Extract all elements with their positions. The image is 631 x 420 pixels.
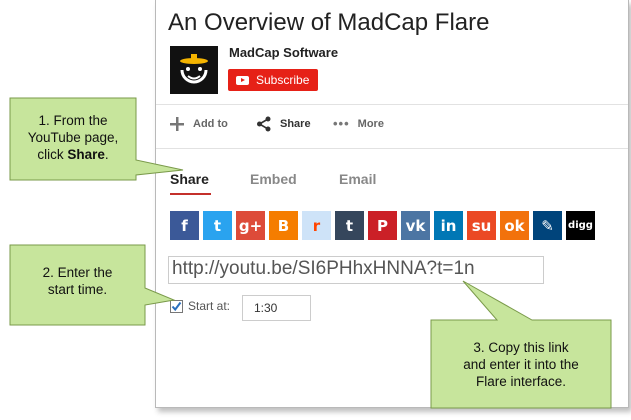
tumblr-icon[interactable]: t — [335, 211, 364, 240]
more-label: More — [357, 117, 384, 130]
google-plus-icon[interactable]: g+ — [236, 211, 265, 240]
twitter-icon[interactable]: t — [203, 211, 232, 240]
add-to-label: Add to — [193, 118, 228, 130]
tab-share[interactable]: Share — [170, 171, 209, 187]
callout-3: 3. Copy this link and enter it into the … — [431, 339, 611, 390]
callout-1-line-2: YouTube page, — [27, 130, 119, 145]
start-at-checkbox[interactable] — [170, 299, 183, 313]
callout-1-line-3: click Share. — [37, 147, 109, 162]
callout-3-line-2: and enter it into the — [463, 357, 579, 372]
start-time-input[interactable]: 1:30 — [242, 295, 311, 321]
active-tab-indicator — [170, 193, 211, 195]
digg-icon[interactable]: digg — [566, 211, 595, 240]
facebook-icon[interactable]: f — [170, 211, 199, 240]
divider — [156, 104, 628, 105]
subscribe-button[interactable]: Subscribe — [228, 69, 318, 91]
madcap-logo-icon — [170, 46, 218, 94]
blogger-icon[interactable]: B — [269, 211, 298, 240]
linkedin-icon[interactable]: in — [434, 211, 463, 240]
tab-email[interactable]: Email — [339, 171, 376, 187]
add-to-button[interactable]: Add to — [169, 116, 228, 132]
callout-1-line-1: 1. From the — [38, 113, 108, 128]
vk-icon[interactable]: vk — [401, 211, 430, 240]
channel-name[interactable]: MadCap Software — [229, 45, 338, 60]
checkmark-icon — [171, 301, 182, 311]
callout-2-line-1: 2. Enter the — [42, 265, 113, 280]
callout-2: 2. Enter the start time. — [10, 264, 145, 298]
video-title: An Overview of MadCap Flare — [168, 9, 490, 36]
callout-3-line-3: Flare interface. — [475, 374, 567, 389]
callout-2-line-2: start time. — [47, 282, 108, 297]
start-at-row: Start at: — [170, 299, 230, 313]
share-icons-row: f t g+ Br t Pvk in su ok ✎ digg — [170, 211, 599, 240]
start-at-label: Start at: — [188, 299, 231, 313]
share-action-button[interactable]: Share — [256, 116, 311, 132]
channel-logo[interactable] — [170, 46, 218, 94]
tab-embed[interactable]: Embed — [250, 171, 297, 187]
callout-1: 1. From the YouTube page, click Share. — [10, 112, 136, 163]
callout-3-line-1: 3. Copy this link — [473, 340, 569, 355]
stumbleupon-icon[interactable]: su — [467, 211, 496, 240]
divider — [156, 148, 628, 149]
live-journal-icon[interactable]: ✎ — [533, 211, 562, 240]
pinterest-icon[interactable]: P — [368, 211, 397, 240]
more-button[interactable]: ••• More — [333, 116, 384, 131]
reddit-icon[interactable]: r — [302, 211, 331, 240]
share-icon — [257, 116, 271, 132]
share-link-field[interactable]: http://youtu.be/SI6PHhxHNNA?t=1n — [168, 256, 544, 284]
subscribe-label: Subscribe — [256, 73, 310, 87]
more-dots-icon: ••• — [333, 116, 350, 131]
odnoklassniki-icon[interactable]: ok — [500, 211, 529, 240]
plus-icon — [170, 117, 184, 131]
share-action-label: Share — [280, 118, 311, 130]
youtube-play-icon — [236, 75, 249, 85]
